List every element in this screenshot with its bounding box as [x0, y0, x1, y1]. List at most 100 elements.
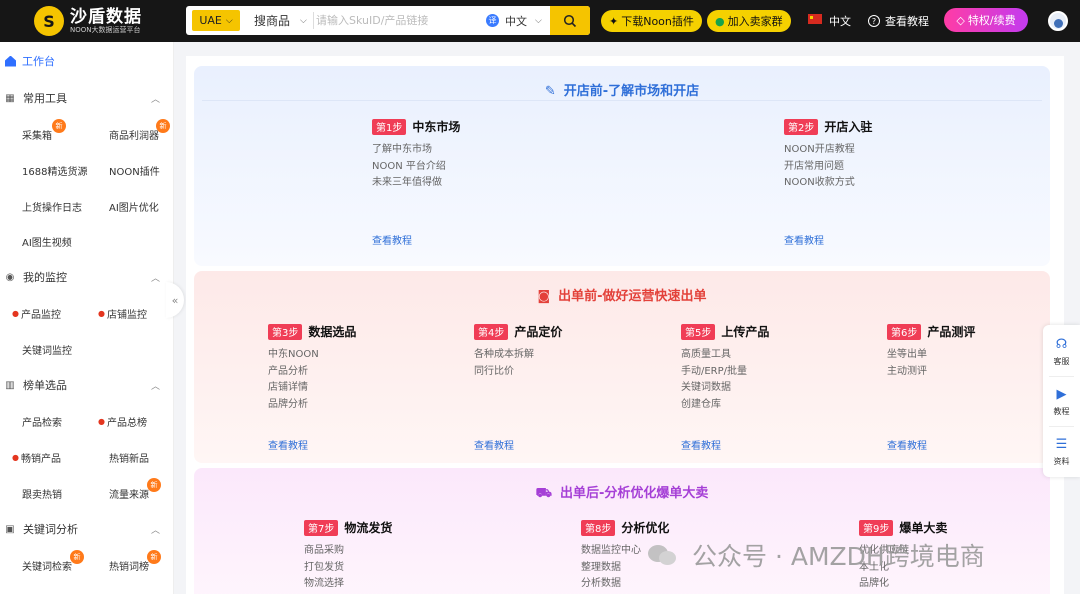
tutorial-link[interactable]: ? 查看教程: [868, 13, 929, 29]
step-title: 产品定价: [514, 325, 563, 339]
step-link[interactable]: 创建仓库: [681, 397, 769, 414]
sidebar-item-hot-new[interactable]: 热销新品: [109, 449, 149, 465]
step-link[interactable]: 商品采购: [304, 543, 392, 560]
step-badge: 第6步: [887, 323, 922, 340]
step-badge: 第2步: [784, 118, 819, 135]
language-switch[interactable]: 中文: [829, 13, 851, 29]
step-link[interactable]: 中东NOON: [268, 347, 356, 364]
bar-chart-icon: ▥: [5, 379, 15, 391]
step-link[interactable]: 品牌化: [859, 576, 947, 593]
sidebar-item-workbench[interactable]: 工作台: [0, 50, 174, 72]
step-link[interactable]: 同行比价: [474, 364, 562, 381]
video-icon: ▶: [1056, 387, 1067, 402]
view-tutorial-link[interactable]: 查看教程: [474, 437, 514, 452]
materials-button[interactable]: ☰ 资料: [1043, 429, 1080, 475]
tutorial-video-button[interactable]: ▶ 教程: [1043, 379, 1080, 425]
step-link[interactable]: NOON 平台介绍: [372, 159, 460, 176]
step-card: 第5步 上传产品 高质量工具 手动/ERP/批量 关键词数据 创建仓库: [681, 323, 769, 413]
step-card: 第1步 中东市场 了解中东市场 NOON 平台介绍 未来三年值得做: [372, 118, 460, 192]
sidebar-item-ai-image[interactable]: AI图片优化: [109, 198, 159, 214]
step-link[interactable]: 主动测评: [887, 364, 975, 381]
sidebar-group-rankings[interactable]: ▥ 榜单选品 ︿: [0, 374, 174, 396]
view-tutorial-link[interactable]: 查看教程: [681, 437, 721, 452]
step-title: 开店入驻: [824, 120, 873, 134]
grid-icon: ▦: [5, 92, 15, 104]
step-link[interactable]: 分析数据: [581, 576, 669, 593]
view-tutorial-link[interactable]: 查看教程: [372, 232, 412, 247]
headset-icon: ☊: [1055, 337, 1068, 352]
sidebar-group-common-tools[interactable]: ▦ 常用工具 ︿: [0, 87, 174, 109]
download-plugin-button[interactable]: ✦ 下载Noon插件: [601, 10, 702, 32]
country-select[interactable]: UAE ⌵: [192, 10, 240, 31]
sidebar-item-keyword-search[interactable]: 关键词检索: [22, 557, 72, 573]
logo[interactable]: S 沙盾数据 NOON大数据运营平台: [34, 5, 174, 37]
section-title: ✎ 开店前-了解市场和开店: [544, 84, 700, 99]
step-badge: 第3步: [268, 323, 303, 340]
sidebar-item-upload-log[interactable]: 上货操作日志: [22, 198, 82, 214]
step-badge: 第1步: [372, 118, 407, 135]
chevron-down-icon: ⌵: [535, 15, 542, 26]
step-link[interactable]: 坐等出单: [887, 347, 975, 364]
step-badge: 第8步: [581, 519, 616, 536]
view-tutorial-link[interactable]: 查看教程: [887, 437, 927, 452]
sidebar-item-follow-sell[interactable]: 跟卖热销: [22, 485, 62, 501]
step-link[interactable]: 品牌分析: [268, 397, 356, 414]
fire-icon: ●: [98, 416, 105, 426]
step-link[interactable]: 物流选择: [304, 576, 392, 593]
new-badge: 新: [70, 550, 84, 564]
sidebar-item-ai-video[interactable]: AI图生视频: [22, 233, 72, 249]
sidebar-item-keyword-monitor[interactable]: 关键词监控: [22, 341, 72, 357]
step-title: 数据选品: [308, 325, 357, 339]
step-link[interactable]: 手动/ERP/批量: [681, 364, 769, 381]
sidebar-item-collect-box[interactable]: 采集箱: [22, 126, 52, 142]
step-title: 上传产品: [721, 325, 770, 339]
wechat-icon: [648, 542, 680, 568]
step-link[interactable]: 开店常用问题: [784, 159, 872, 176]
step-link[interactable]: 产品分析: [268, 364, 356, 381]
sidebar-item-product-monitor[interactable]: ● 产品监控: [12, 305, 61, 321]
sidebar-item-store-monitor[interactable]: ● 店铺监控: [98, 305, 147, 321]
sidebar-item-hot-keywords[interactable]: 热销词榜: [109, 557, 149, 573]
sidebar-group-keywords[interactable]: ▣ 关键词分析 ︿: [0, 518, 174, 540]
view-tutorial-link[interactable]: 查看教程: [784, 232, 824, 247]
step-link[interactable]: NOON开店教程: [784, 142, 872, 159]
sidebar-item-noon-plugin[interactable]: NOON插件: [109, 162, 160, 178]
step-link[interactable]: 打包发货: [304, 560, 392, 577]
sidebar-collapse-button[interactable]: «: [166, 282, 184, 318]
translate-icon: 译: [486, 14, 499, 27]
sidebar-item-profit-calculator[interactable]: 商品利润器: [109, 126, 159, 142]
step-link[interactable]: 各种成本拆解: [474, 347, 562, 364]
sidebar-item-product-ranking[interactable]: ● 产品总榜: [98, 413, 147, 429]
section-before-orders: ◙ 出单前-做好运营快速出单 第3步 数据选品 中东NOON 产品分析 店铺详情 品…: [194, 271, 1050, 463]
search-type-select[interactable]: 搜商品 ⌵: [254, 12, 307, 29]
china-flag-icon: [808, 14, 822, 24]
search-language-select[interactable]: 译 中文 ⌵: [486, 6, 542, 35]
sidebar-group-monitoring[interactable]: ◉ 我的监控 ︿: [0, 266, 174, 288]
avatar[interactable]: [1048, 11, 1068, 31]
monitor-icon: ◉: [5, 271, 15, 283]
sidebar-item-traffic-source[interactable]: 流量来源: [109, 485, 149, 501]
step-link[interactable]: 店铺详情: [268, 380, 356, 397]
step-link[interactable]: 关键词数据: [681, 380, 769, 397]
step-link[interactable]: 高质量工具: [681, 347, 769, 364]
fire-icon: ●: [12, 308, 19, 318]
diamond-icon: ◇: [956, 13, 965, 27]
step-link[interactable]: 未来三年值得做: [372, 175, 460, 192]
section-after-orders: ⛟ 出单后-分析优化爆单大卖 第7步 物流发货 商品采购 打包发货 物流选择 第8步…: [194, 468, 1050, 594]
sidebar-item-1688-sources[interactable]: 1688精选货源: [22, 162, 87, 178]
view-tutorial-link[interactable]: 查看教程: [268, 437, 308, 452]
customer-service-button[interactable]: ☊ 客服: [1043, 329, 1080, 375]
sidebar: 工作台 ▦ 常用工具 ︿ 采集箱 新 商品利润器 新 1688精选货源 NOON插件…: [0, 42, 174, 594]
sidebar-item-bestsellers[interactable]: ● 畅销产品: [12, 449, 61, 465]
step-badge: 第7步: [304, 519, 339, 536]
search-button[interactable]: [550, 6, 590, 35]
step-card: 第6步 产品测评 坐等出单 主动测评: [887, 323, 975, 380]
step-link[interactable]: NOON收款方式: [784, 175, 872, 192]
vip-renew-button[interactable]: ◇ 特权/续费: [944, 8, 1028, 32]
sidebar-item-product-search[interactable]: 产品检索: [22, 413, 62, 429]
new-badge: 新: [52, 119, 66, 133]
search-input[interactable]: [316, 10, 466, 30]
new-badge: 新: [147, 550, 161, 564]
join-group-button[interactable]: ● 加入卖家群: [707, 10, 791, 32]
step-link[interactable]: 了解中东市场: [372, 142, 460, 159]
